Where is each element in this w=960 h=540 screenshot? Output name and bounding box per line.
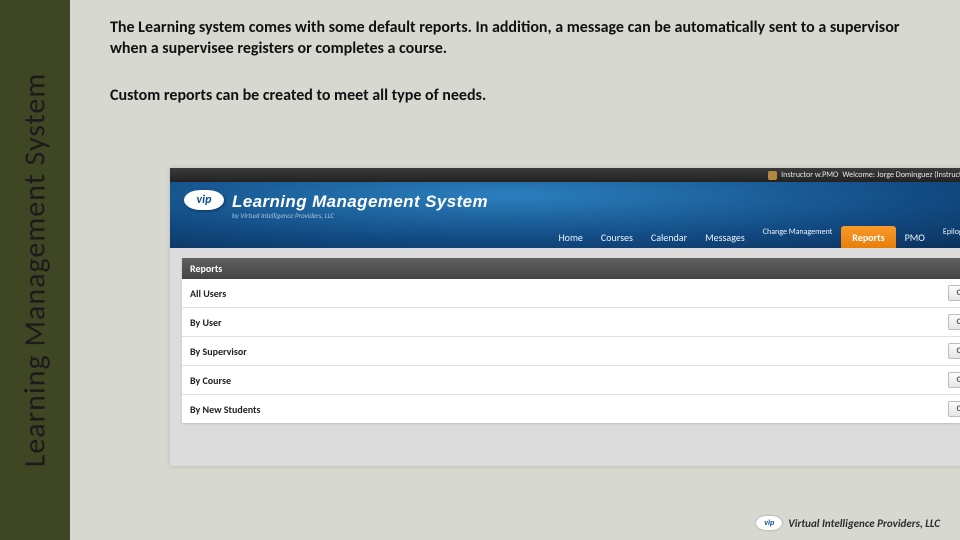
sidebar: Learning Management System: [0, 0, 70, 540]
brand-text: Learning Management System by Virtual In…: [232, 192, 488, 220]
footer-logo: vip Virtual Intelligence Providers, LLC: [756, 516, 940, 530]
slide: Learning Management System The Learning …: [0, 0, 960, 540]
lms-screenshot: Instructor w.PMO Welcome: Jorge Domingue…: [170, 168, 960, 466]
nav-change-management[interactable]: Change Management: [754, 226, 842, 248]
reports-panel-header: Reports: [182, 258, 960, 279]
nav-home[interactable]: Home: [549, 226, 591, 248]
topbar-user-info[interactable]: Instructor w.PMO Welcome: Jorge Domingue…: [768, 170, 960, 180]
content-area: The Learning system comes with some defa…: [70, 0, 960, 540]
create-button[interactable]: CREATE: [948, 343, 960, 359]
create-button[interactable]: CREATE: [948, 401, 960, 417]
nav-pmo[interactable]: PMO: [896, 226, 934, 248]
brand-title: Learning Management System: [232, 192, 488, 212]
report-row: By Supervisor CREATE: [182, 337, 960, 366]
brand-logo: vip: [184, 190, 224, 210]
create-button[interactable]: CREATE: [948, 314, 960, 330]
app-banner: vip Learning Management System by Virtua…: [170, 182, 960, 248]
report-label: By Supervisor: [190, 345, 247, 358]
vip-logo-icon: vip: [756, 516, 782, 530]
report-label: By Course: [190, 374, 231, 387]
nav-reports[interactable]: Reports: [841, 226, 895, 248]
create-button[interactable]: CREATE: [948, 285, 960, 301]
report-label: By User: [190, 316, 222, 329]
topbar-welcome: Welcome: Jorge Dominguez (Instructor Por…: [842, 170, 960, 180]
sidebar-title: Learning Management System: [17, 73, 54, 468]
report-row: By New Students CREATE: [182, 395, 960, 423]
nav-courses[interactable]: Courses: [592, 226, 642, 248]
report-label: By New Students: [190, 403, 260, 416]
paragraph-1: The Learning system comes with some defa…: [70, 0, 960, 60]
vip-logo-icon: vip: [184, 190, 224, 210]
nav-calendar[interactable]: Calendar: [642, 226, 696, 248]
create-button[interactable]: CREATE: [948, 372, 960, 388]
main-nav: Home Courses Calendar Messages Change Ma…: [549, 226, 960, 248]
app-body: Reports All Users CREATE By User CREATE …: [170, 248, 960, 466]
report-label: All Users: [190, 287, 226, 300]
reports-panel: Reports All Users CREATE By User CREATE …: [182, 258, 960, 423]
app-topbar: Instructor w.PMO Welcome: Jorge Domingue…: [170, 168, 960, 182]
nav-messages[interactable]: Messages: [696, 226, 754, 248]
report-row: All Users CREATE: [182, 279, 960, 308]
report-row: By Course CREATE: [182, 366, 960, 395]
footer-company: Virtual Intelligence Providers, LLC: [788, 517, 940, 530]
paragraph-2: Custom reports can be created to meet al…: [70, 60, 960, 125]
brand-subtitle: by Virtual Intelligence Providers, LLC: [232, 211, 488, 220]
topbar-role: Instructor w.PMO: [781, 170, 838, 180]
shield-icon: [768, 171, 777, 180]
report-row: By User CREATE: [182, 308, 960, 337]
nav-epilogue-publisher[interactable]: Epilogue Publisher: [934, 226, 960, 248]
